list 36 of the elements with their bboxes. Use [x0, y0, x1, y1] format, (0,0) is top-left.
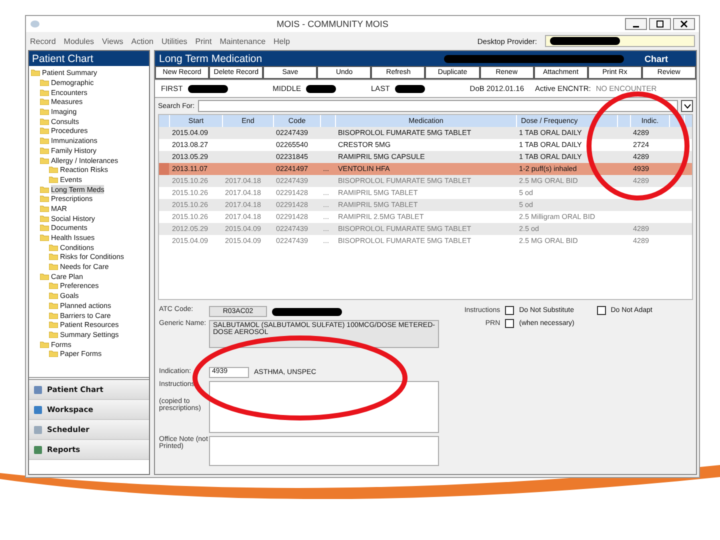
- office-note-field[interactable]: [209, 436, 439, 466]
- checkbox[interactable]: [505, 319, 514, 328]
- panel-title: Patient Chart: [29, 51, 149, 66]
- caret-icon: [684, 104, 690, 108]
- maximize-button[interactable]: [649, 18, 671, 30]
- dropdown-button[interactable]: [681, 100, 693, 112]
- menu-item[interactable]: Views: [102, 36, 124, 46]
- row-marker: [159, 163, 169, 175]
- redaction-mark: [272, 308, 342, 316]
- app-icon: [30, 20, 40, 28]
- panel-title: Long Term Medication: [159, 52, 264, 64]
- column-header: [618, 115, 630, 127]
- redaction-mark: [306, 84, 336, 92]
- menu-item[interactable]: Help: [274, 36, 290, 46]
- close-icon: [680, 20, 688, 28]
- menu-item[interactable]: Record: [30, 36, 56, 46]
- checkbox[interactable]: [596, 306, 606, 315]
- checkbox[interactable]: [505, 306, 514, 315]
- search-field[interactable]: [198, 100, 678, 112]
- column-header: [321, 115, 335, 127]
- menu-item[interactable]: Utilities: [161, 36, 188, 46]
- redaction-mark: [394, 84, 425, 92]
- menu-item[interactable]: Action: [131, 36, 154, 46]
- maximize-icon: [656, 20, 664, 28]
- window-title: MOIS - COMMUNITY MOIS: [276, 19, 390, 29]
- redaction-mark: [188, 84, 228, 92]
- menu-item[interactable]: Print: [195, 36, 212, 46]
- menu-item[interactable]: Modules: [64, 36, 94, 46]
- column-header: [159, 115, 169, 127]
- chart-label: Chart: [644, 54, 668, 64]
- redaction-mark: [550, 37, 620, 45]
- minimize-button[interactable]: [625, 18, 647, 30]
- close-button[interactable]: [673, 18, 695, 30]
- instructions-field[interactable]: [209, 381, 439, 433]
- provider-field[interactable]: [545, 35, 695, 47]
- menu-item[interactable]: Maintenance: [220, 36, 266, 46]
